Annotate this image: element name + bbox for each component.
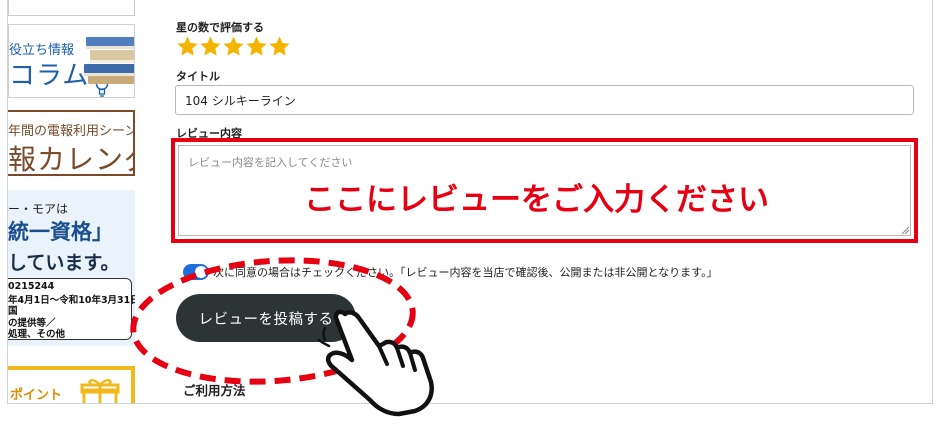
license-detail-box: 0215244 年4月1日〜令和10年3月31日 国 の提供等／ 処理、その他 [8, 278, 135, 340]
star-rating[interactable] [176, 35, 291, 59]
column-banner[interactable]: 役立ち情報 コラム [8, 24, 135, 98]
consent-toggle[interactable] [183, 264, 209, 280]
resize-grip-icon[interactable] [901, 226, 910, 235]
submit-review-button[interactable]: レビューを投稿する [176, 294, 356, 342]
point-banner[interactable]: ポイント [8, 366, 135, 403]
sidebar-top-box [8, 0, 135, 16]
point-banner-label: ポイント [10, 388, 63, 403]
license-line-1: ー・モアは [8, 202, 69, 216]
calendar-banner[interactable]: 年間の電報利用シーン 報カレンダー [8, 110, 135, 176]
star-icon[interactable] [268, 35, 291, 58]
license-line-3: しています。 [8, 252, 120, 274]
page-frame: 役立ち情報 コラム 年間の電報利用シーン 報カレンダー ー・モアは [7, 0, 933, 404]
star-icon[interactable] [222, 35, 245, 58]
column-banner-title: コラム [9, 61, 90, 91]
consent-text: 次に同意の場合はチェックください。「レビュー内容を当店で確認後、公開または非公開… [213, 266, 718, 279]
title-label: タイトル [176, 70, 220, 83]
license-line-2: 統一資格」 [8, 220, 113, 244]
calendar-banner-title: 報カレンダー [8, 143, 133, 176]
books-icon [84, 37, 134, 84]
license-banner[interactable]: ー・モアは 統一資格」 しています。 0215244 年4月1日〜令和10年3月… [8, 190, 135, 346]
license-detail-line: 年4月1日〜令和10年3月31日 [8, 295, 135, 306]
calendar-banner-subtitle: 年間の電報利用シーン [8, 124, 135, 139]
gift-icon [80, 379, 120, 403]
rating-label: 星の数で評価する [176, 21, 264, 34]
star-icon[interactable] [245, 35, 268, 58]
toggle-knob [195, 266, 207, 278]
title-input[interactable] [175, 85, 914, 115]
review-highlight-box [171, 138, 918, 243]
star-icon[interactable] [199, 35, 222, 58]
consent-row: 次に同意の場合はチェックください。「レビュー内容を当店で確認後、公開または非公開… [183, 264, 718, 280]
sidebar: 役立ち情報 コラム 年間の電報利用シーン 報カレンダー ー・モアは [8, 0, 136, 403]
license-detail-line: 0215244 [8, 281, 55, 292]
license-detail-line: 処理、その他 [8, 329, 66, 340]
star-icon[interactable] [176, 35, 199, 58]
usage-heading: ご利用方法 [183, 383, 246, 398]
review-textarea[interactable] [178, 145, 911, 236]
